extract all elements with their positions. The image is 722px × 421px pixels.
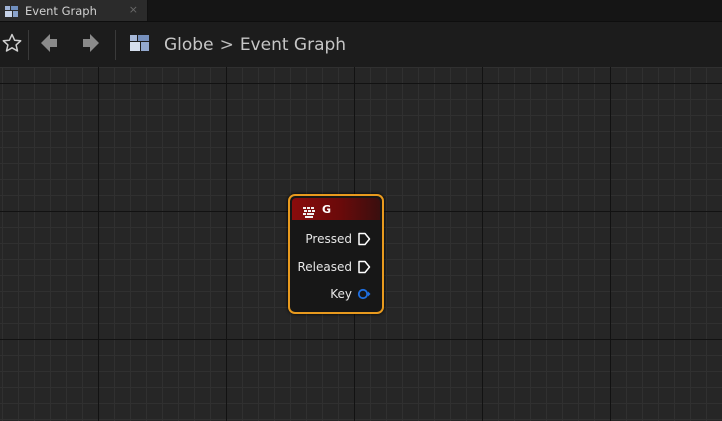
breadcrumb-item-event-graph[interactable]: Event Graph xyxy=(240,35,346,55)
node-title: G xyxy=(322,202,332,216)
close-icon[interactable]: × xyxy=(129,3,138,16)
keyboard-icon xyxy=(302,203,316,218)
forward-button[interactable] xyxy=(78,22,104,67)
exec-pin-icon[interactable] xyxy=(357,260,371,274)
node-header: G xyxy=(292,198,380,220)
pin-row-released: Released xyxy=(297,259,371,275)
tab-title: Event Graph xyxy=(25,3,97,18)
exec-pin-icon[interactable] xyxy=(357,232,371,246)
breadcrumb: Globe > Event Graph xyxy=(164,22,346,67)
toolbar-separator xyxy=(28,30,29,60)
pin-label-key: Key xyxy=(330,287,352,301)
breadcrumb-item-globe[interactable]: Globe xyxy=(164,35,214,55)
star-icon xyxy=(2,33,22,57)
back-button[interactable] xyxy=(36,22,62,67)
blueprint-icon xyxy=(4,4,20,18)
toolbar-separator xyxy=(115,30,116,60)
keyboard-event-node[interactable]: G Pressed Released Key xyxy=(288,194,384,314)
pin-row-key: Key xyxy=(330,286,371,302)
pin-label-released: Released xyxy=(297,260,352,274)
breadcrumb-separator: > xyxy=(219,34,234,55)
pin-row-pressed: Pressed xyxy=(305,231,371,247)
graph-toolbar: Globe > Event Graph xyxy=(0,21,722,67)
tab-bar: Event Graph × xyxy=(0,0,722,21)
blueprint-icon xyxy=(128,33,152,57)
favorite-button[interactable] xyxy=(0,22,24,67)
pin-label-pressed: Pressed xyxy=(305,232,352,246)
struct-pin-icon[interactable] xyxy=(357,287,371,301)
arrow-left-icon xyxy=(40,33,58,57)
blueprint-button[interactable] xyxy=(127,22,153,67)
arrow-right-icon xyxy=(82,33,100,57)
tab-event-graph[interactable]: Event Graph × xyxy=(0,0,148,21)
